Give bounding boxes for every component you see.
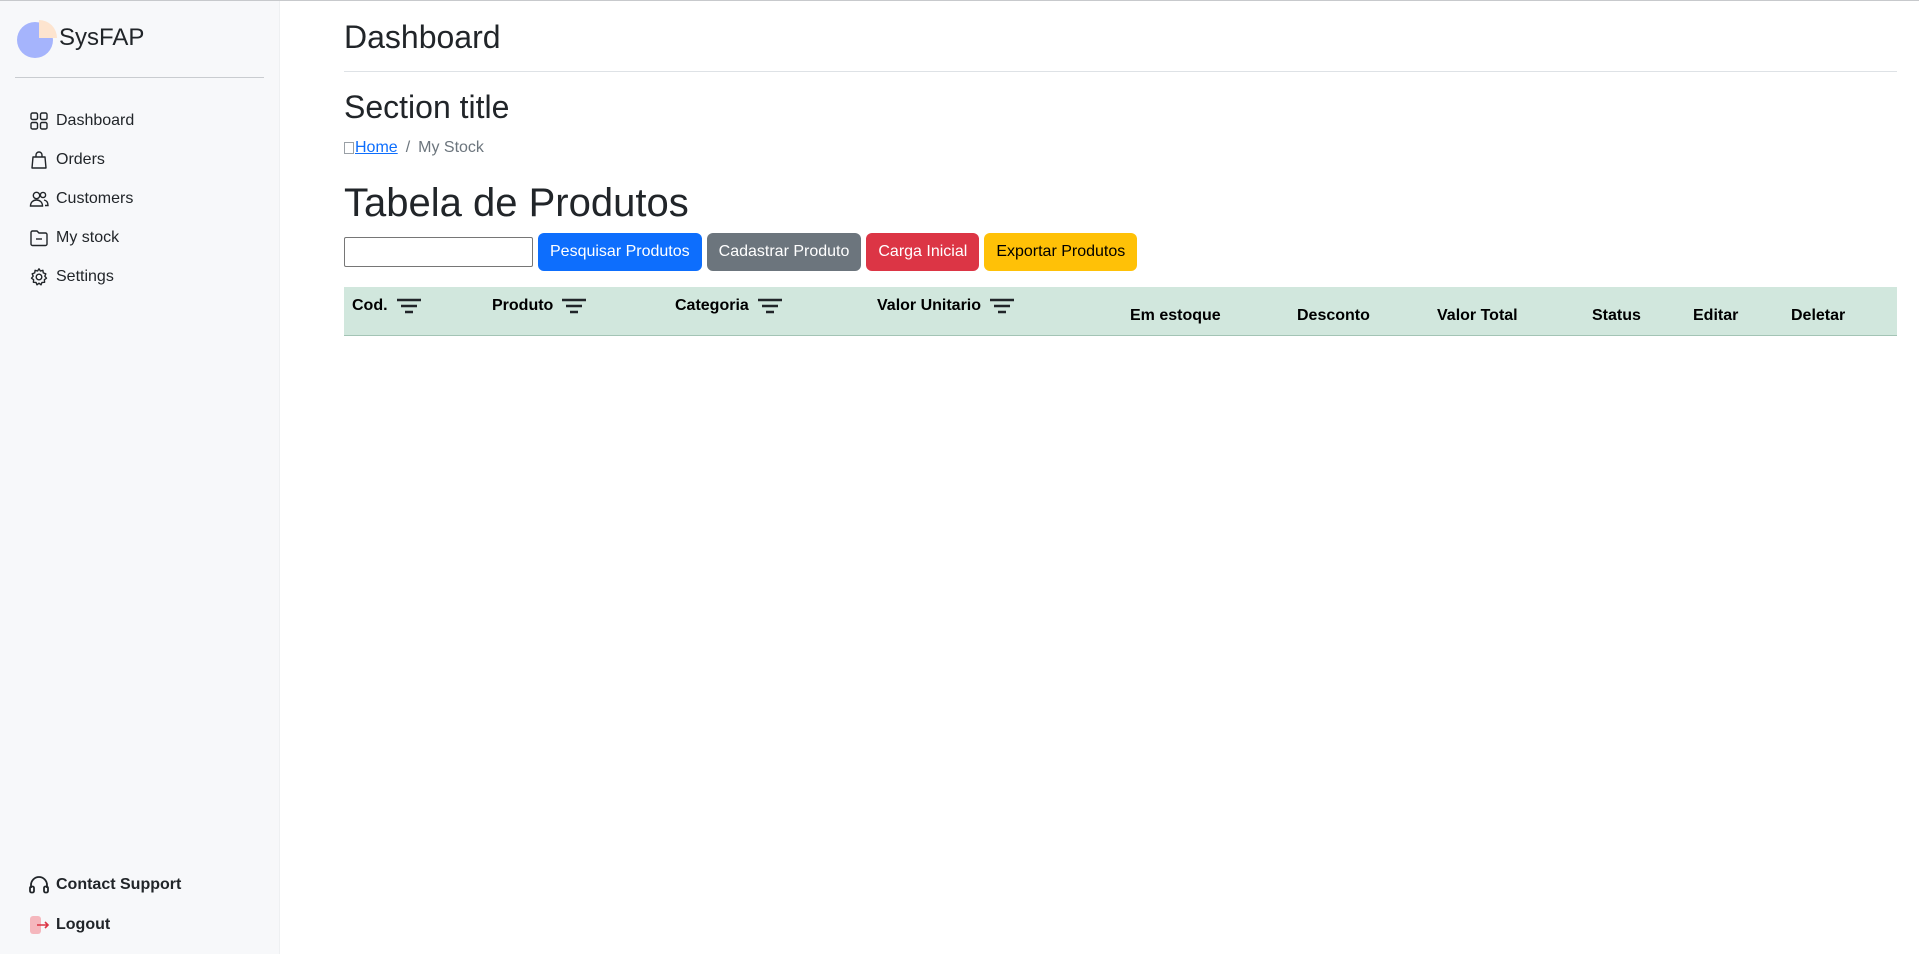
- column-header-status: Status: [1584, 287, 1685, 336]
- column-header-label: Cod.: [352, 296, 388, 314]
- broken-image-icon: [344, 142, 354, 154]
- filter-icon[interactable]: [989, 296, 1015, 316]
- column-header-em-estoque: Em estoque: [1122, 287, 1289, 336]
- breadcrumb: Home / My Stock: [344, 139, 484, 157]
- column-header-label: Desconto: [1297, 306, 1370, 324]
- section-title: Section title: [344, 89, 510, 125]
- contact-support-label: Contact Support: [56, 876, 182, 893]
- headset-icon: [28, 874, 50, 896]
- products-table: Cod. Produto Categoria Valor Unitario Em…: [344, 287, 1897, 336]
- search-products-button[interactable]: Pesquisar Produtos: [538, 233, 702, 271]
- register-product-button[interactable]: Cadastrar Produto: [706, 233, 862, 271]
- page-title: Dashboard: [344, 19, 501, 55]
- filter-icon[interactable]: [757, 296, 783, 316]
- filter-icon[interactable]: [396, 296, 422, 316]
- column-header-label: Categoria: [675, 296, 749, 314]
- column-header-label: Deletar: [1791, 306, 1846, 324]
- logout-link[interactable]: Logout: [28, 905, 181, 945]
- initial-load-button[interactable]: Carga Inicial: [866, 233, 980, 271]
- column-header-editar: Editar: [1685, 287, 1783, 336]
- column-header-label: Valor Total: [1437, 306, 1518, 324]
- sidebar-divider: [15, 77, 264, 78]
- sidebar-item-my-stock[interactable]: My stock: [28, 218, 134, 257]
- column-header-valor-total: Valor Total: [1429, 287, 1584, 336]
- breadcrumb-separator: /: [405, 139, 411, 156]
- column-header-produto[interactable]: Produto: [484, 287, 667, 336]
- column-header-categoria[interactable]: Categoria: [667, 287, 869, 336]
- export-products-button[interactable]: Exportar Produtos: [984, 233, 1138, 271]
- filter-icon[interactable]: [561, 296, 587, 316]
- sidebar-item-customers[interactable]: Customers: [28, 179, 134, 218]
- logout-label: Logout: [56, 916, 111, 933]
- grid-icon: [28, 110, 50, 132]
- people-icon: [28, 188, 50, 210]
- column-header-label: Status: [1592, 306, 1641, 324]
- column-header-label: Produto: [492, 296, 554, 314]
- column-header-deletar: Deletar: [1783, 287, 1897, 336]
- product-search-input[interactable]: [344, 237, 533, 267]
- contact-support-link[interactable]: Contact Support: [28, 865, 181, 905]
- column-header-cod[interactable]: Cod.: [344, 287, 484, 336]
- sidebar-item-orders[interactable]: Orders: [28, 140, 134, 179]
- bag-icon: [28, 149, 50, 171]
- sidebar-item-label: My stock: [56, 228, 120, 246]
- sidebar-item-label: Customers: [56, 189, 134, 207]
- table-header-row: Cod. Produto Categoria Valor Unitario Em…: [344, 287, 1897, 336]
- header-divider: [344, 71, 1897, 72]
- sidebar-item-label: Settings: [56, 267, 114, 285]
- sidebar: SysFAP Dashboard Orders Customers My sto…: [0, 1, 280, 954]
- brand[interactable]: SysFAP: [15, 17, 144, 59]
- column-header-label: Valor Unitario: [877, 296, 982, 314]
- sidebar-item-dashboard[interactable]: Dashboard: [28, 101, 134, 140]
- folder-icon: [28, 227, 50, 249]
- table-title: Tabela de Produtos: [344, 181, 689, 225]
- column-header-desconto: Desconto: [1289, 287, 1429, 336]
- brand-logo-icon: [17, 20, 57, 58]
- brand-name: SysFAP: [59, 24, 145, 51]
- sidebar-bottom: Contact Support Logout: [28, 865, 181, 945]
- column-header-label: Em estoque: [1130, 306, 1221, 324]
- gear-icon: [28, 266, 50, 288]
- breadcrumb-home-link[interactable]: Home: [344, 139, 398, 157]
- sidebar-nav: Dashboard Orders Customers My stock Sett…: [28, 101, 134, 296]
- breadcrumb-home-label: Home: [355, 139, 398, 156]
- sidebar-item-label: Orders: [56, 150, 105, 168]
- logout-icon: [28, 914, 50, 936]
- sidebar-item-settings[interactable]: Settings: [28, 257, 134, 296]
- sidebar-item-label: Dashboard: [56, 111, 135, 129]
- breadcrumb-current: My Stock: [418, 139, 484, 156]
- product-toolbar: Pesquisar Produtos Cadastrar Produto Car…: [344, 233, 1142, 271]
- column-header-valor-unitario[interactable]: Valor Unitario: [869, 287, 1122, 336]
- column-header-label: Editar: [1693, 306, 1739, 324]
